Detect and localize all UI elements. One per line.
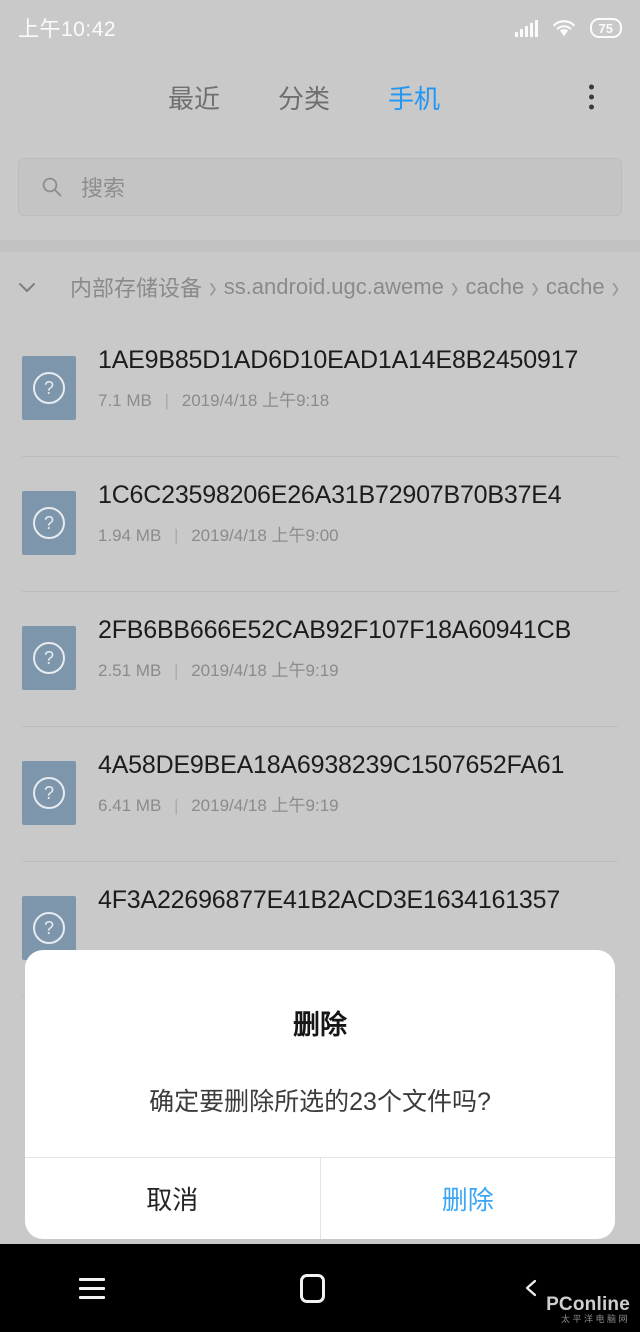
signal-bars-icon [514, 19, 538, 37]
section-divider [0, 240, 640, 252]
file-sub: 1.94 MB | 2019/4/18 上午9:00 [98, 521, 624, 546]
breadcrumb-item-0[interactable]: 内部存储设备 [70, 271, 202, 303]
file-sub: 2.51 MB | 2019/4/18 上午9:19 [98, 656, 624, 681]
dialog-actions: 取消 删除 [25, 1157, 615, 1239]
breadcrumb-item-3[interactable]: cache [546, 274, 605, 300]
cancel-button[interactable]: 取消 [25, 1158, 320, 1239]
watermark-sub: 太平洋电脑网 [560, 1313, 630, 1324]
breadcrumb: 内部存储设备 › ss.android.ugc.aweme › cache › … [0, 252, 640, 322]
file-size: 1.94 MB [98, 526, 162, 545]
breadcrumb-item-2[interactable]: cache [465, 274, 524, 300]
breadcrumb-separator: › [209, 268, 217, 304]
list-item[interactable]: ? 4A58DE9BEA18A6938239C1507652FA61 6.41 … [0, 727, 640, 862]
unknown-file-icon: ? [22, 626, 76, 690]
menu-icon[interactable] [64, 1260, 120, 1316]
tab-bar: 最近 分类 手机 [0, 62, 640, 132]
file-name: 2FB6BB666E52CAB92F107F18A60941CB [98, 616, 572, 644]
meta-divider: | [174, 661, 179, 680]
dialog-message: 确定要删除所选的23个文件吗? [149, 1088, 491, 1116]
file-date: 2019/4/18 上午9:18 [181, 391, 330, 410]
watermark-main: PConline [546, 1293, 630, 1315]
file-meta: 1C6C23598206E26A31B72907B70B37E4 1.94 MB… [98, 477, 624, 546]
dialog-title: 删除 [293, 1010, 347, 1040]
search-icon [41, 176, 63, 198]
battery-level: 75 [598, 20, 613, 36]
file-sub: 6.41 MB | 2019/4/18 上午9:19 [98, 791, 624, 816]
meta-divider: | [164, 391, 170, 410]
list-item[interactable]: ? 1AE9B85D1AD6D10EAD1A14E8B2450917 7.1 M… [0, 322, 640, 457]
breadcrumb-trail: 内部存储设备 › ss.android.ugc.aweme › cache › … [70, 268, 626, 304]
meta-divider: | [174, 796, 179, 815]
watermark: PConline 太平洋电脑网 [546, 1293, 630, 1324]
android-nav-bar [0, 1244, 640, 1332]
battery-icon: 75 [589, 18, 622, 38]
chevron-down-icon[interactable] [14, 274, 40, 300]
file-date: 2019/4/18 上午9:19 [191, 661, 339, 680]
wifi-icon [552, 19, 576, 37]
file-name: 1C6C23598206E26A31B72907B70B37E4 [98, 481, 562, 509]
file-size: 6.41 MB [98, 796, 162, 815]
tab-phone[interactable]: 手机 [388, 79, 440, 116]
overflow-menu-icon[interactable] [581, 77, 602, 118]
status-bar: 上午10:42 75 [0, 0, 640, 56]
unknown-file-icon: ? [22, 491, 76, 555]
list-item[interactable]: ? 2FB6BB666E52CAB92F107F18A60941CB 2.51 … [0, 592, 640, 727]
file-name: 4F3A22696877E41B2ACD3E1634161357 [98, 886, 561, 914]
tab-recent[interactable]: 最近 [168, 79, 220, 116]
status-icons: 75 [514, 18, 622, 38]
search-bar[interactable]: 搜索 [18, 158, 622, 216]
file-meta: 4F3A22696877E41B2ACD3E1634161357 [98, 882, 624, 918]
breadcrumb-separator-trailing: › [611, 268, 620, 304]
breadcrumb-separator: › [531, 268, 539, 304]
file-date: 2019/4/18 上午9:00 [191, 526, 339, 545]
breadcrumb-separator: › [450, 268, 459, 304]
tab-group: 最近 分类 手机 [168, 79, 440, 116]
file-sub: 7.1 MB | 2019/4/18 上午9:18 [98, 386, 624, 411]
delete-button[interactable]: 删除 [321, 1158, 616, 1239]
search-box[interactable]: 搜索 [18, 158, 622, 216]
phone-screen: 上午10:42 75 最近 分类 手机 搜索 内部存储设备 › ss.andro… [0, 0, 640, 1332]
breadcrumb-item-1[interactable]: ss.android.ugc.aweme [224, 274, 444, 300]
meta-divider: | [174, 526, 179, 545]
file-meta: 4A58DE9BEA18A6938239C1507652FA61 6.41 MB… [98, 747, 624, 816]
file-meta: 1AE9B85D1AD6D10EAD1A14E8B2450917 7.1 MB … [98, 342, 624, 411]
nav-buttons [64, 1260, 560, 1316]
unknown-file-icon: ? [22, 356, 76, 420]
file-date: 2019/4/18 上午9:19 [191, 796, 339, 815]
list-item[interactable]: ? 1C6C23598206E26A31B72907B70B37E4 1.94 … [0, 457, 640, 592]
unknown-file-icon: ? [22, 761, 76, 825]
home-icon[interactable] [284, 1260, 340, 1316]
file-name: 1AE9B85D1AD6D10EAD1A14E8B2450917 [98, 346, 579, 374]
file-name: 4A58DE9BEA18A6938239C1507652FA61 [98, 751, 565, 779]
delete-confirm-dialog: 删除 确定要删除所选的23个文件吗? 取消 删除 [25, 950, 615, 1239]
file-size: 7.1 MB [98, 391, 152, 410]
file-size: 2.51 MB [98, 661, 162, 680]
file-meta: 2FB6BB666E52CAB92F107F18A60941CB 2.51 MB… [98, 612, 624, 681]
tab-categories[interactable]: 分类 [278, 79, 330, 116]
status-time: 上午10:42 [18, 18, 117, 41]
search-input[interactable]: 搜索 [81, 171, 125, 203]
